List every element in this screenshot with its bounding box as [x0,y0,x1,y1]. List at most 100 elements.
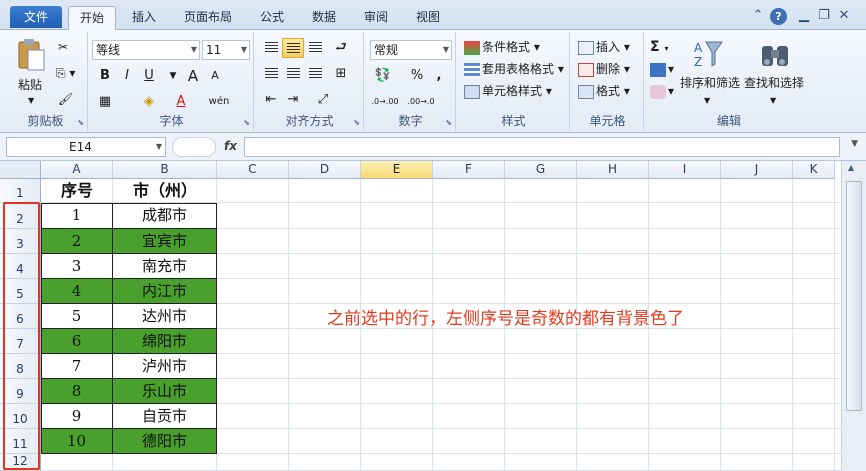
decrease-decimal-button[interactable]: .00→.0 [404,92,438,112]
font-size-combo[interactable]: 11 ▼ [202,40,250,60]
tab-page-layout[interactable]: 页面布局 [172,6,244,30]
underline-dropdown-icon[interactable]: ▼ [162,66,184,86]
border-button[interactable]: ▦ [94,92,116,112]
column-header-d[interactable]: D [289,161,361,179]
expand-formula-bar-icon[interactable]: ▼ [851,139,858,149]
align-right-button[interactable] [304,64,326,84]
insert-cells-button[interactable]: 插入 ▾ [578,38,630,56]
column-header-k[interactable]: K [793,161,835,179]
cell-styles-button[interactable]: 单元格样式 ▾ [464,82,552,100]
format-as-table-button[interactable]: 套用表格格式 ▾ [464,60,564,78]
column-header-c[interactable]: C [217,161,289,179]
tab-view[interactable]: 视图 [404,6,452,30]
cell-no[interactable]: 10 [41,429,113,454]
column-header-f[interactable]: F [433,161,505,179]
paste-icon[interactable] [16,38,46,74]
sort-filter-icon[interactable]: AZ [692,38,724,70]
alignment-launcher-icon[interactable]: ⬊ [353,118,360,127]
underline-button[interactable]: U [138,66,160,86]
scrollbar-thumb[interactable] [846,181,862,411]
header-cell-no[interactable]: 序号 [41,179,113,203]
bold-button[interactable]: B [94,66,116,86]
cell-city[interactable]: 绵阳市 [113,329,217,354]
orientation-icon[interactable]: ⤢ [312,90,334,110]
cell-no[interactable]: 4 [41,279,113,304]
italic-button[interactable]: I [116,66,138,86]
number-format-combo[interactable]: 常规 ▼ [370,40,452,60]
align-bottom-button[interactable] [304,38,326,58]
delete-cells-button[interactable]: 删除 ▾ [578,60,630,78]
clear-button[interactable]: ▾ [650,82,674,100]
row-header-1[interactable]: 1 [0,179,41,203]
column-header-j[interactable]: J [721,161,793,179]
decrease-indent-icon[interactable]: ⇤ [260,90,282,110]
increase-indent-icon[interactable]: ⇥ [282,90,304,110]
align-center-button[interactable] [282,64,304,84]
select-all-corner[interactable] [0,161,41,179]
format-painter-icon[interactable]: 🖌 [58,90,73,108]
copy-icon[interactable]: ⎘ ▾ [56,64,75,82]
close-icon[interactable]: ✕ [836,8,852,24]
binoculars-icon[interactable] [758,38,792,70]
cell-city[interactable]: 自贡市 [113,404,217,429]
fill-color-icon[interactable]: ◈ [138,92,160,112]
merge-center-icon[interactable]: ⊞ [330,64,352,84]
cell-city[interactable]: 宜宾市 [113,229,217,254]
cell-city[interactable]: 德阳市 [113,429,217,454]
cut-icon[interactable]: ✂ [58,38,68,56]
clipboard-launcher-icon[interactable]: ⬊ [77,118,84,127]
font-color-button[interactable]: A [170,92,192,112]
format-cells-button[interactable]: 格式 ▾ [578,82,630,100]
formula-input[interactable] [244,137,840,157]
column-header-i[interactable]: I [649,161,721,179]
shrink-font-button[interactable]: A [204,66,226,86]
find-dropdown-icon[interactable]: ▼ [770,92,776,110]
tab-home[interactable]: 开始 [68,6,116,31]
cell-city[interactable]: 达州市 [113,304,217,329]
cell-city[interactable]: 成都市 [113,203,217,229]
column-header-g[interactable]: G [505,161,577,179]
align-top-button[interactable] [260,38,282,58]
grow-font-button[interactable]: A [182,66,204,86]
phonetic-button[interactable]: wén [208,92,230,112]
column-header-a[interactable]: A [41,161,113,179]
number-launcher-icon[interactable]: ⬊ [445,118,452,127]
sort-dropdown-icon[interactable]: ▼ [704,92,710,110]
paste-dropdown-icon[interactable]: ▼ [28,92,34,110]
cell-no[interactable]: 3 [41,254,113,279]
tab-formulas[interactable]: 公式 [248,6,296,30]
find-select-button[interactable]: 查找和选择 [744,74,804,92]
comma-button[interactable]: , [428,66,450,86]
cell-city[interactable]: 内江市 [113,279,217,304]
fill-button[interactable]: ▾ [650,60,674,78]
cell-city[interactable]: 乐山市 [113,379,217,404]
column-header-e[interactable]: E [361,161,433,179]
font-name-combo[interactable]: 等线 ▼ [92,40,200,60]
wrap-text-icon[interactable]: ⮐ [330,38,352,58]
name-box[interactable]: E14 ▼ [6,137,166,157]
minimize-icon[interactable]: ▁ [796,8,812,24]
tab-insert[interactable]: 插入 [120,6,168,30]
cell-no[interactable]: 5 [41,304,113,329]
tab-data[interactable]: 数据 [300,6,348,30]
vertical-scrollbar[interactable]: ▲ [841,161,866,471]
font-launcher-icon[interactable]: ⬊ [243,118,250,127]
align-middle-button[interactable] [282,38,304,58]
help-icon[interactable]: ? [770,8,787,25]
autosum-button[interactable]: Σ ▾ [650,38,668,58]
cell-no[interactable]: 9 [41,404,113,429]
tab-file[interactable]: 文件 [10,6,62,28]
cell-no[interactable]: 7 [41,354,113,379]
percent-button[interactable]: % [406,66,428,86]
cell-city[interactable]: 泸州市 [113,354,217,379]
restore-icon[interactable]: ❐ [816,8,832,24]
scroll-up-icon[interactable]: ▲ [848,163,854,172]
column-header-b[interactable]: B [113,161,217,179]
cell-no[interactable]: 8 [41,379,113,404]
conditional-format-button[interactable]: 条件格式 ▾ [464,38,540,56]
ribbon-collapse-icon[interactable]: ⌃ [750,8,766,24]
cell-no[interactable]: 6 [41,329,113,354]
insert-function-button[interactable]: fx [224,139,237,153]
tab-review[interactable]: 审阅 [352,6,400,30]
increase-decimal-button[interactable]: .0→.00 [368,92,402,112]
